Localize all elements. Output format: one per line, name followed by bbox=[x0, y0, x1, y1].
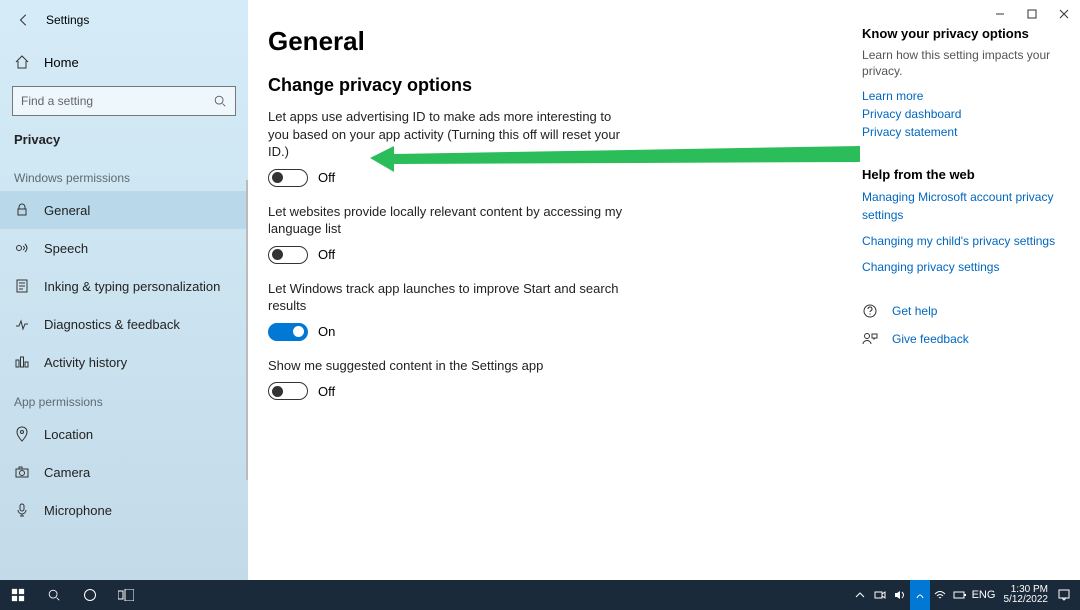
inking-icon bbox=[14, 278, 30, 294]
nav-speech[interactable]: Speech bbox=[0, 229, 248, 267]
window-controls bbox=[984, 0, 1080, 28]
know-heading: Know your privacy options bbox=[862, 26, 1060, 41]
toggle-state: Off bbox=[318, 170, 335, 185]
toggle-state: Off bbox=[318, 384, 335, 399]
nav-label: Microphone bbox=[44, 503, 112, 518]
nav-inking[interactable]: Inking & typing personalization bbox=[0, 267, 248, 305]
link-help2[interactable]: Changing my child's privacy settings bbox=[862, 232, 1060, 250]
tray-clock[interactable]: 1:30 PM 5/12/2022 bbox=[1004, 585, 1049, 606]
group-app-permissions: App permissions bbox=[0, 381, 248, 415]
home-nav[interactable]: Home bbox=[0, 44, 248, 80]
section-privacy: Privacy bbox=[0, 126, 248, 157]
page-subtitle: Change privacy options bbox=[268, 75, 842, 96]
home-icon bbox=[14, 54, 30, 70]
close-button[interactable] bbox=[1048, 0, 1080, 28]
setting-advertising-id: Let apps use advertising ID to make ads … bbox=[268, 108, 842, 187]
tray-app-icon[interactable] bbox=[910, 580, 930, 610]
setting-desc: Let websites provide locally relevant co… bbox=[268, 203, 628, 238]
setting-desc: Let Windows track app launches to improv… bbox=[268, 280, 628, 315]
toggle-state: On bbox=[318, 324, 335, 339]
content: General Change privacy options Let apps … bbox=[248, 0, 1080, 580]
titlebar: Settings bbox=[0, 0, 248, 40]
cortana-button[interactable] bbox=[72, 580, 108, 610]
tray-notifications-icon[interactable] bbox=[1054, 580, 1074, 610]
tray-wifi-icon[interactable] bbox=[930, 580, 950, 610]
link-privacy-dashboard[interactable]: Privacy dashboard bbox=[862, 105, 1060, 123]
nav-label: Camera bbox=[44, 465, 90, 480]
window-title: Settings bbox=[46, 13, 89, 27]
toggle-state: Off bbox=[318, 247, 335, 262]
link-learn-more[interactable]: Learn more bbox=[862, 87, 1060, 105]
home-label: Home bbox=[44, 55, 79, 70]
activity-icon bbox=[14, 354, 30, 370]
tray-volume-icon[interactable] bbox=[890, 580, 910, 610]
nav-label: General bbox=[44, 203, 90, 218]
taskbar-search[interactable] bbox=[36, 580, 72, 610]
speech-icon bbox=[14, 240, 30, 256]
tray-meet-icon[interactable] bbox=[870, 580, 890, 610]
search-icon bbox=[213, 94, 227, 108]
search-input[interactable] bbox=[21, 94, 213, 108]
help-icon bbox=[862, 303, 878, 319]
toggle-advertising-id[interactable] bbox=[268, 169, 308, 187]
task-view-button[interactable] bbox=[108, 580, 144, 610]
nav-general[interactable]: General bbox=[0, 191, 248, 229]
nav-label: Location bbox=[44, 427, 93, 442]
camera-icon bbox=[14, 464, 30, 480]
taskbar: ENG 1:30 PM 5/12/2022 bbox=[0, 580, 1080, 610]
right-pane: Know your privacy options Learn how this… bbox=[862, 26, 1060, 580]
lock-icon bbox=[14, 202, 30, 218]
nav-label: Diagnostics & feedback bbox=[44, 317, 180, 332]
back-button[interactable] bbox=[10, 6, 38, 34]
language-label: ENG bbox=[972, 589, 996, 601]
nav-activity[interactable]: Activity history bbox=[0, 343, 248, 381]
setting-track-launches: Let Windows track app launches to improv… bbox=[268, 280, 842, 341]
link-help1[interactable]: Managing Microsoft account privacy setti… bbox=[862, 188, 1060, 224]
settings-window: Settings Home Privacy Windows permission… bbox=[0, 0, 1080, 580]
microphone-icon bbox=[14, 502, 30, 518]
maximize-button[interactable] bbox=[1016, 0, 1048, 28]
nav-label: Inking & typing personalization bbox=[44, 279, 220, 294]
give-feedback-label: Give feedback bbox=[892, 330, 969, 348]
get-help[interactable]: Get help bbox=[862, 302, 1060, 320]
minimize-button[interactable] bbox=[984, 0, 1016, 28]
nav-microphone[interactable]: Microphone bbox=[0, 491, 248, 529]
diagnostics-icon bbox=[14, 316, 30, 332]
clock-date: 5/12/2022 bbox=[1004, 595, 1049, 606]
nav-diagnostics[interactable]: Diagnostics & feedback bbox=[0, 305, 248, 343]
get-help-label: Get help bbox=[892, 302, 937, 320]
nav-label: Speech bbox=[44, 241, 88, 256]
know-text: Learn how this setting impacts your priv… bbox=[862, 47, 1060, 79]
link-help3[interactable]: Changing privacy settings bbox=[862, 258, 1060, 276]
setting-desc: Let apps use advertising ID to make ads … bbox=[268, 108, 628, 161]
tray-battery-icon[interactable] bbox=[950, 580, 970, 610]
main-pane: General Change privacy options Let apps … bbox=[268, 26, 842, 580]
page-title: General bbox=[268, 26, 842, 57]
tray-language[interactable]: ENG bbox=[970, 580, 998, 610]
toggle-track-launches[interactable] bbox=[268, 323, 308, 341]
toggle-suggested-content[interactable] bbox=[268, 382, 308, 400]
setting-language-list: Let websites provide locally relevant co… bbox=[268, 203, 842, 264]
setting-suggested-content: Show me suggested content in the Setting… bbox=[268, 357, 842, 401]
nav-label: Activity history bbox=[44, 355, 127, 370]
toggle-language-list[interactable] bbox=[268, 246, 308, 264]
location-icon bbox=[14, 426, 30, 442]
help-heading: Help from the web bbox=[862, 167, 1060, 182]
group-windows-permissions: Windows permissions bbox=[0, 157, 248, 191]
link-privacy-statement[interactable]: Privacy statement bbox=[862, 123, 1060, 141]
give-feedback[interactable]: Give feedback bbox=[862, 330, 1060, 348]
search-box[interactable] bbox=[12, 86, 236, 116]
setting-desc: Show me suggested content in the Setting… bbox=[268, 357, 628, 375]
feedback-icon bbox=[862, 331, 878, 347]
tray-chevron-icon[interactable] bbox=[850, 580, 870, 610]
sidebar: Settings Home Privacy Windows permission… bbox=[0, 0, 248, 580]
nav-location[interactable]: Location bbox=[0, 415, 248, 453]
nav-camera[interactable]: Camera bbox=[0, 453, 248, 491]
start-button[interactable] bbox=[0, 580, 36, 610]
